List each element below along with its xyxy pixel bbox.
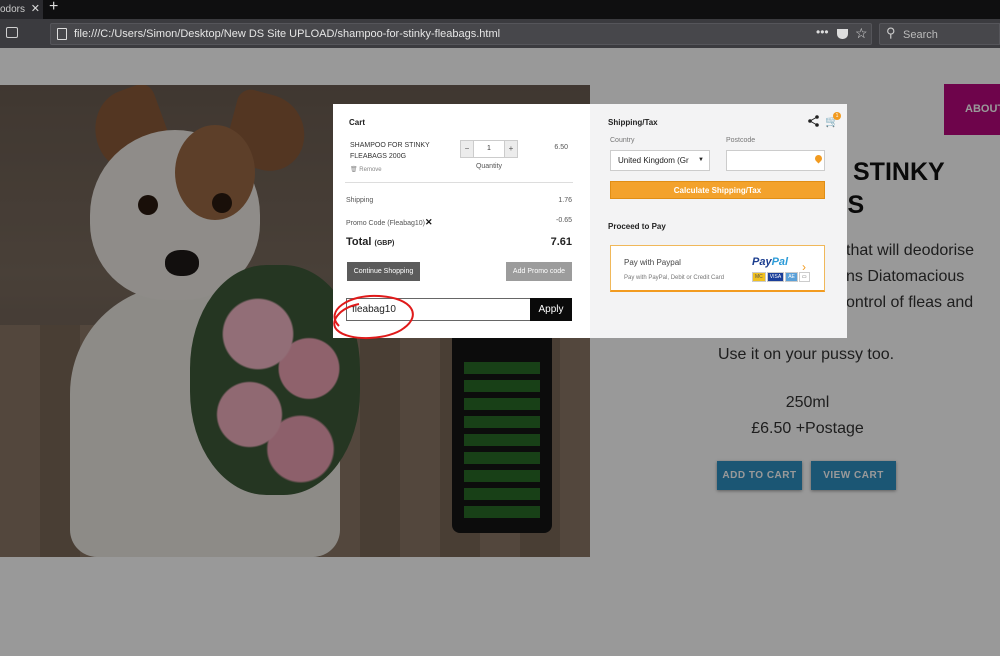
tab-bar: odors ✕ + [0, 0, 1000, 19]
shipping-panel: Shipping/Tax 🛒 1 Country Postcode United… [590, 104, 847, 338]
search-icon: ⚲ [886, 25, 896, 40]
star-icon[interactable]: ☆ [855, 25, 868, 42]
divider [345, 182, 573, 183]
continue-shopping-button[interactable]: Continue Shopping [347, 262, 420, 281]
cart-panel: Cart SHAMPOO FOR STINKY FLEABAGS 200G 🗑 … [333, 104, 590, 340]
navigation-bar: file:///C:/Users/Simon/Desktop/New DS Si… [0, 19, 1000, 48]
promo-value: -0.65 [556, 217, 572, 224]
page-icon [57, 28, 67, 40]
close-icon[interactable]: ✕ [31, 0, 40, 19]
sidebar-icon[interactable] [6, 27, 18, 38]
apply-promo-button[interactable]: Apply [530, 298, 572, 321]
cart-modal: Cart SHAMPOO FOR STINKY FLEABAGS 200G 🗑 … [333, 104, 847, 340]
paypal-logo-pal: Pal [771, 256, 789, 268]
total-currency: (GBP) [374, 240, 395, 247]
postcode-input[interactable] [726, 150, 825, 171]
paypal-logo-pay: Pay [752, 256, 772, 268]
search-input[interactable]: ⚲ Search [879, 23, 1000, 45]
new-tab-icon[interactable]: + [49, 0, 58, 16]
chevron-down-icon: ▼ [698, 157, 704, 163]
country-select[interactable]: United Kingdom (Gr ▼ [610, 150, 710, 171]
paypal-logo: PayPal [752, 256, 788, 268]
cart-item-name: SHAMPOO FOR STINKY FLEABAGS 200G [350, 142, 430, 160]
promo-code-input[interactable]: fleabag10 [346, 298, 531, 321]
promo-label: Promo Code (Fleabag10) [346, 220, 425, 227]
share-icon[interactable] [808, 115, 819, 127]
shipping-value: 1.76 [558, 197, 572, 204]
remove-promo-icon[interactable]: ✕ [425, 217, 433, 227]
tab-title: odors [0, 4, 26, 15]
shipping-row: Shipping 1.76 [346, 197, 572, 204]
calculate-shipping-button[interactable]: Calculate Shipping/Tax [610, 181, 825, 199]
country-label: Country [610, 137, 635, 144]
paypal-subtitle: Pay with PayPal, Debit or Credit Card [624, 275, 725, 281]
total-value: 7.61 [550, 236, 572, 248]
paypal-title: Pay with Paypal [624, 258, 681, 267]
total-row: Total (GBP) 7.61 [346, 236, 572, 248]
quantity-input[interactable]: 1 [475, 141, 503, 157]
proceed-to-pay-title: Proceed to Pay [608, 222, 666, 231]
postcode-label: Postcode [726, 137, 756, 144]
trash-icon: 🗑 [350, 167, 358, 173]
country-value: United Kingdom (Gr [618, 156, 689, 165]
remove-item-link[interactable]: 🗑 Remove [350, 166, 382, 173]
web-page: ABOUT R STINKY GS that will deodorise ns… [0, 48, 1000, 656]
address-bar[interactable]: file:///C:/Users/Simon/Desktop/New DS Si… [50, 23, 872, 45]
browser-tab[interactable]: odors ✕ [0, 0, 43, 19]
add-promo-code-button[interactable]: Add Promo code [506, 262, 572, 281]
promo-row: Promo Code (Fleabag10)✕ -0.65 [346, 217, 572, 228]
cart-count-badge: 1 [833, 112, 841, 120]
shipping-label: Shipping [346, 197, 374, 204]
cart-item-price: 6.50 [554, 144, 568, 151]
quantity-label: Quantity [475, 163, 503, 170]
quantity-increase-button[interactable]: + [504, 141, 517, 157]
shipping-title: Shipping/Tax [608, 118, 658, 127]
more-actions-icon[interactable]: ••• [816, 25, 829, 39]
remove-label: Remove [359, 167, 382, 173]
paypal-button[interactable]: Pay with Paypal Pay with PayPal, Debit o… [610, 245, 825, 292]
total-label: Total [346, 236, 372, 248]
quantity-decrease-button[interactable]: − [461, 141, 474, 157]
search-placeholder: Search [903, 29, 938, 41]
chevron-right-icon: › [802, 260, 806, 274]
url-text[interactable]: file:///C:/Users/Simon/Desktop/New DS Si… [74, 28, 500, 40]
quantity-stepper: − 1 + [460, 140, 518, 158]
pocket-icon[interactable] [837, 29, 848, 39]
cart-title: Cart [349, 118, 366, 127]
